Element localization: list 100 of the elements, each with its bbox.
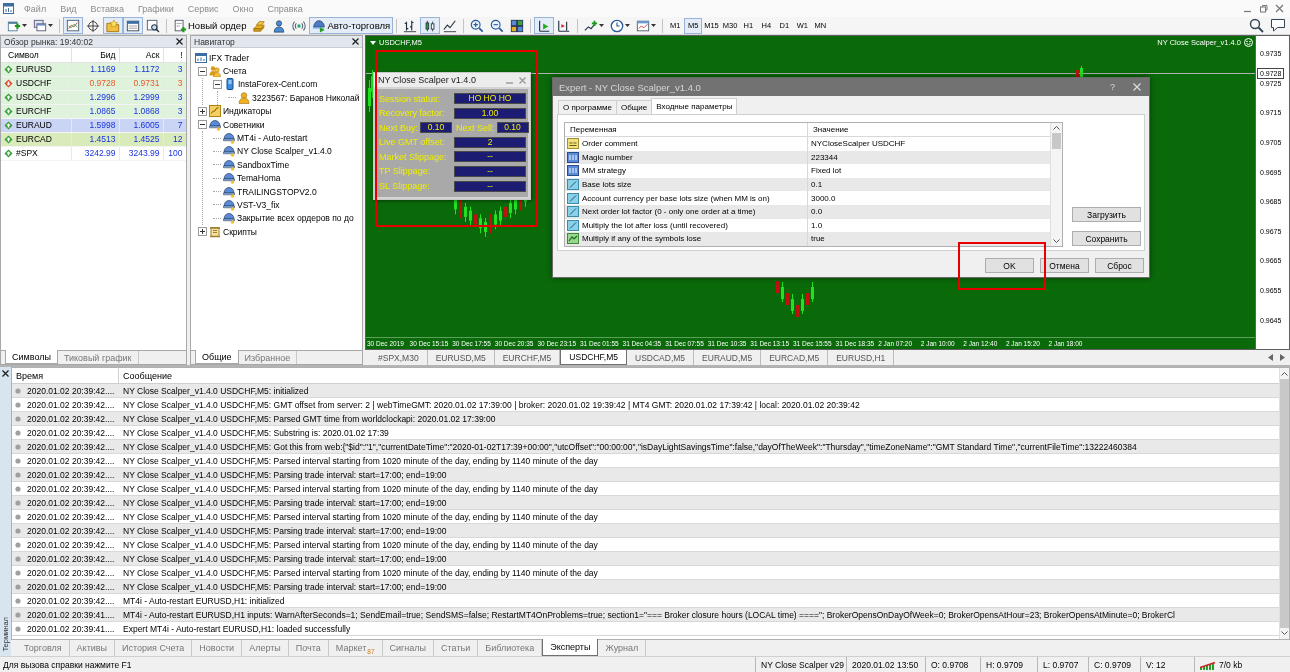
log-time: 2020.01.02 20:39:42.... [27,581,115,592]
close-icon[interactable] [176,38,183,45]
signal-bars-icon [1200,659,1216,670]
status-field: H: 0.9709 [980,657,1037,672]
chart-tab[interactable]: USDCAD,M5 [627,350,695,365]
chevron-down-icon[interactable] [1281,631,1288,635]
tree-item[interactable]: Скрипты [223,226,257,237]
scrollbar[interactable] [1279,368,1289,639]
auto-trading-button[interactable]: Авто-торговля [309,17,394,34]
toolbar-button[interactable] [420,17,441,34]
status-field: L: 0.9707 [1037,657,1088,672]
toolbar-button[interactable] [534,17,555,34]
search-icon[interactable] [1249,18,1264,33]
log-time: 2020.01.02 20:39:42.... [27,399,115,410]
tree-item[interactable]: Закрытие всех ордеров по до [237,213,354,224]
symbol-name: #SPX [16,148,38,158]
status-field: V: 12 [1140,657,1194,672]
people-icon [209,65,221,78]
collapse-icon[interactable] [198,120,207,130]
symbol-name: EURUSD [16,64,52,74]
new-order-button[interactable]: Новый ордер [170,17,250,34]
triangle-right-icon[interactable] [1280,354,1285,361]
expand-icon[interactable] [198,106,207,116]
column-header[interactable]: ! [163,48,186,62]
log-time: 2020.01.02 20:39:42.... [27,567,115,578]
triangle-left-icon[interactable] [1268,354,1273,361]
candle-chart-icon [423,18,438,33]
log-message: NY Close Scalper_v1.4.0 USDCHF,M5: Parsing trade interval: start=17:00; end=19:00 [122,581,447,592]
zoom-in-icon [470,18,485,33]
column-header[interactable]: Сообщение [119,368,172,383]
tree-item[interactable]: MT4i - Auto-restart [237,133,308,144]
panel-tab[interactable]: Символы [5,350,58,364]
cap-icon [223,145,235,158]
tree-item[interactable]: InstaForex-Cent.com [238,79,318,90]
chart-tab[interactable]: EURAUD,M5 [694,350,762,365]
column-header[interactable]: Время [12,368,119,383]
panel-tab[interactable]: Избранное [238,351,298,364]
symbol-name: EURCAD [16,134,52,144]
crosshair-icon [86,18,100,33]
collapse-icon[interactable] [198,66,207,76]
tree-item[interactable]: NY Close Scalper_v1.4.0 [237,146,332,157]
tree-item[interactable]: IFX Trader [209,52,250,63]
dot-icon [15,401,21,408]
column-header[interactable]: Бид [71,48,119,62]
chevron-up-icon[interactable] [1281,372,1288,376]
panel-tab[interactable]: Тиковый график [57,351,139,364]
log-time: 2020.01.02 20:39:41.... [27,609,115,620]
tree-item[interactable]: TemaHoma [237,173,281,184]
column-header[interactable]: Символ [1,48,71,62]
table-cell: 1.1172 [119,62,163,76]
column-header[interactable]: Аск [119,48,163,62]
table-cell: 0.9731 [119,76,163,90]
collapse-icon[interactable] [213,79,222,89]
tree-item[interactable]: Советники [223,119,265,130]
log-time: 2020.01.02 20:39:42.... [27,595,115,606]
tree-item[interactable]: VST-V3_fix [237,200,280,210]
caret-icon [48,24,53,27]
tile-windows-icon [510,18,525,33]
dot-icon [15,485,21,492]
caret-icon [22,24,27,27]
tree-item[interactable]: Счета [223,66,247,77]
status-field: NY Close Scalper v29 [755,657,846,672]
close-icon[interactable] [352,38,359,45]
chart-tab[interactable]: EURCAD,M5 [761,350,829,365]
log-time: 2020.01.02 20:39:41.... [27,623,115,634]
chart-tab[interactable]: EURUSD,H1 [828,350,895,365]
chart-tab[interactable]: EURUSD,M5 [427,350,495,365]
caret-icon [625,24,631,27]
app-icon[interactable] [3,3,14,14]
person-icon [272,18,287,33]
tree-item[interactable]: TRAILINGSTOPV2.0 [237,186,317,197]
dot-icon [15,597,21,604]
menu-item[interactable]: Вставка [83,3,131,14]
log-time: 2020.01.02 20:39:42.... [27,497,115,508]
speech-bubble-icon[interactable] [1270,18,1286,33]
dot-icon [15,499,21,506]
restore-icon[interactable] [1259,4,1268,13]
tree-item[interactable]: SandboxTime [237,159,290,170]
panel-tab[interactable]: Общие [195,350,239,364]
dot-icon [15,415,21,422]
log-message: NY Close Scalper_v1.4.0 USDCHF,M5: Got this from web:{"$id":"1","currentDateTime":"2020-01-02T17:39+00:00","utcOffset":"00:00:00","isDayLightSavingsTime":false,"dayOfTheWeek":"Thursday","timeZoneName":"GMT Standard Time","currentFileTime":13222460384 [122,441,1137,452]
chart-tab[interactable]: #SPX,M30 [370,350,428,365]
server-icon [224,78,236,91]
terminal-tab[interactable]: Эксперты [542,639,599,656]
tree-item[interactable]: Индикаторы [223,106,272,117]
expand-icon[interactable] [198,227,207,237]
table-cell: 1.0868 [119,104,163,118]
tree-item[interactable]: 3223567: Баранов Николай [252,92,360,103]
close-icon[interactable] [2,370,9,377]
table-cell: 1.5998 [71,118,119,132]
log-message: NY Close Scalper_v1.4.0 USDCHF,M5: Substring is: 2020.01.02 17:39 [122,427,389,438]
menu-item[interactable]: Сервис [180,3,226,14]
chart-tab[interactable]: USDCHF,M5 [560,350,627,365]
dot-icon [15,569,21,576]
log-time: 2020.01.02 20:39:42.... [27,469,115,480]
auto-scroll-icon [537,18,552,33]
toolbar-button[interactable] [123,17,143,34]
scroll-thumb[interactable] [1280,379,1289,628]
cap-icon [223,212,235,225]
log-message: MT4i - Auto-restart EURUSD,H1: initialized [122,595,285,606]
